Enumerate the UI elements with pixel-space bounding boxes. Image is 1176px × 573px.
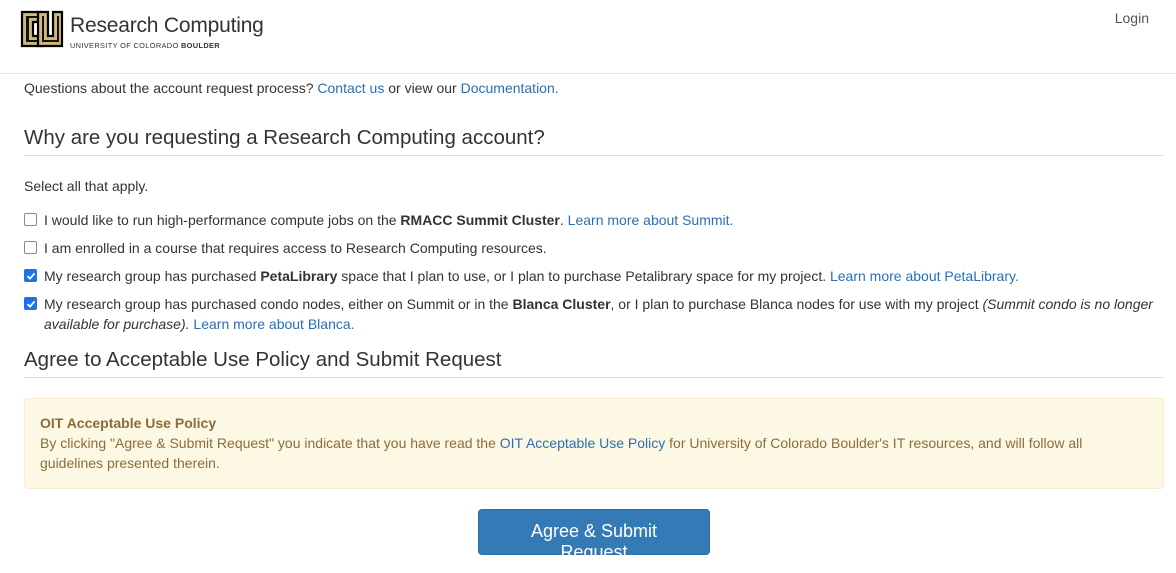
reason-checkbox-list: I would like to run high-performance com…: [24, 210, 1164, 334]
questions-line: Questions about the account request proc…: [24, 80, 1164, 96]
cu-logo[interactable]: Research Computing UNIVERSITY OF COLORAD…: [20, 8, 264, 50]
summit-checkbox[interactable]: [24, 213, 37, 226]
petalibrary-bold: PetaLibrary: [260, 268, 338, 284]
site-header: Research Computing UNIVERSITY OF COLORAD…: [0, 0, 1176, 74]
questions-prefix: Questions about the account request proc…: [24, 80, 314, 96]
contact-us-link[interactable]: Contact us: [317, 80, 384, 96]
alert-body: By clicking "Agree & Submit Request" you…: [40, 433, 1148, 473]
submit-wrap: Agree & Submit Request: [24, 509, 1164, 562]
blanca-text: My research group has purchased condo no…: [44, 296, 509, 312]
main-content: Questions about the account request proc…: [24, 74, 1164, 562]
check-icon: [26, 272, 35, 280]
reason-petalibrary: My research group has purchased PetaLibr…: [24, 266, 1164, 286]
documentation-link[interactable]: Documentation.: [461, 80, 559, 96]
oit-policy-link[interactable]: OIT Acceptable Use Policy: [500, 435, 665, 451]
learn-more-summit-link[interactable]: Learn more about Summit.: [568, 212, 734, 228]
login-link[interactable]: Login: [1115, 10, 1149, 26]
questions-middle: or view our: [388, 80, 457, 96]
reason-course: I am enrolled in a course that requires …: [24, 238, 1164, 258]
reason-blanca: My research group has purchased condo no…: [24, 294, 1164, 334]
learn-more-petalibrary-link[interactable]: Learn more about PetaLibrary.: [830, 268, 1019, 284]
blanca-label: My research group has purchased condo no…: [44, 294, 1164, 334]
blanca-bold: Blanca Cluster: [512, 296, 611, 312]
learn-more-blanca-link[interactable]: Learn more about Blanca.: [193, 316, 354, 332]
why-heading: Why are you requesting a Research Comput…: [24, 125, 1164, 156]
agree-submit-button[interactable]: Agree & Submit Request: [478, 509, 710, 562]
petalibrary-label: My research group has purchased PetaLibr…: [44, 266, 1164, 286]
logo-sub-bold: BOULDER: [181, 41, 220, 50]
petalibrary-checkbox[interactable]: [24, 269, 37, 282]
petalibrary-text-after: space that I plan to use, or I plan to p…: [341, 268, 827, 284]
summit-text: I would like to run high-performance com…: [44, 212, 397, 228]
petalibrary-text: My research group has purchased: [44, 268, 257, 284]
select-hint: Select all that apply.: [24, 178, 149, 194]
blanca-text-after: , or I plan to purchase Blanca nodes for…: [610, 296, 979, 312]
course-checkbox[interactable]: [24, 241, 37, 254]
logo-subtitle: UNIVERSITY OF COLORADO BOULDER: [70, 41, 264, 50]
blanca-checkbox[interactable]: [24, 297, 37, 310]
logo-text: Research Computing UNIVERSITY OF COLORAD…: [70, 14, 264, 50]
check-icon: [26, 300, 35, 308]
course-label: I am enrolled in a course that requires …: [44, 240, 547, 256]
logo-title: Research Computing: [70, 14, 264, 37]
reason-summit: I would like to run high-performance com…: [24, 210, 1164, 230]
summit-text-after: .: [559, 212, 564, 228]
logo-sub-plain: UNIVERSITY OF COLORADO: [70, 41, 179, 50]
summit-label: I would like to run high-performance com…: [44, 210, 1164, 230]
cu-logo-icon: [20, 10, 64, 48]
summit-bold: RMACC Summit Cluster: [400, 212, 560, 228]
agree-heading: Agree to Acceptable Use Policy and Submi…: [24, 347, 1164, 378]
policy-alert: OIT Acceptable Use Policy By clicking "A…: [24, 398, 1164, 489]
alert-text: By clicking "Agree & Submit Request" you…: [40, 435, 496, 451]
alert-title: OIT Acceptable Use Policy: [40, 415, 217, 431]
